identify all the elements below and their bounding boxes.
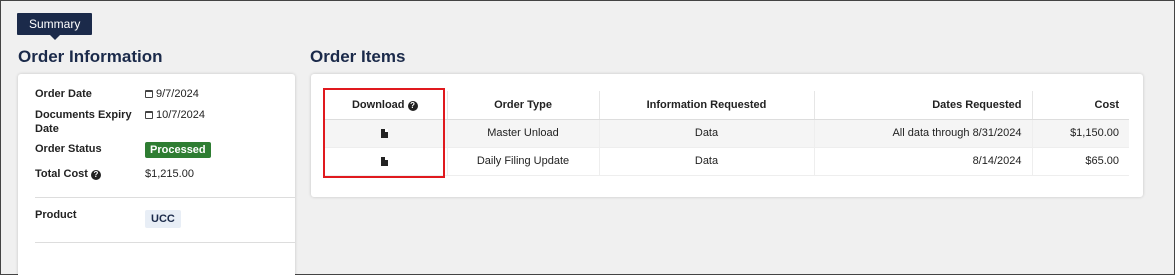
table-row: Daily Filing Update Data 8/14/2024 $65.0… xyxy=(323,147,1129,176)
order-date-value-wrap: 9/7/2024 xyxy=(145,87,285,101)
status-badge: Processed xyxy=(145,142,211,158)
page-frame: Summary Order Information Order Items Or… xyxy=(0,0,1175,275)
total-cost-value: $1,215.00 xyxy=(145,168,194,180)
header-cost: Cost xyxy=(1032,91,1129,120)
order-type-cell: Daily Filing Update xyxy=(447,147,600,176)
product-value-wrap: UCC xyxy=(145,210,285,228)
dates-requested-cell: All data through 8/31/2024 xyxy=(814,119,1033,148)
help-icon[interactable]: ? xyxy=(90,170,101,180)
calendar-icon xyxy=(145,90,153,98)
order-date-label: Order Date xyxy=(35,88,92,100)
order-information-card: Order Date 9/7/2024 Documents Expiry Dat… xyxy=(18,74,295,275)
product-label: Product xyxy=(35,209,77,221)
divider xyxy=(35,197,295,198)
documents-expiry-value: 10/7/2024 xyxy=(156,109,205,121)
total-cost-label: Total Cost xyxy=(35,168,88,180)
order-items-table: Download? Order Type Information Request… xyxy=(323,91,1129,176)
table-row: Master Unload Data All data through 8/31… xyxy=(323,119,1129,148)
download-cell xyxy=(323,147,448,176)
order-status-value-wrap: Processed xyxy=(145,142,285,158)
header-download: Download? xyxy=(323,91,448,120)
file-download-icon[interactable] xyxy=(381,128,389,138)
download-cell xyxy=(323,119,448,148)
cost-cell: $1,150.00 xyxy=(1032,119,1129,148)
dates-requested-cell: 8/14/2024 xyxy=(814,147,1033,176)
information-requested-cell: Data xyxy=(599,119,815,148)
order-date-value: 9/7/2024 xyxy=(156,88,199,100)
header-information-requested: Information Requested xyxy=(599,91,815,120)
documents-expiry-label: Documents Expiry Date xyxy=(35,109,132,135)
cost-cell: $65.00 xyxy=(1032,147,1129,176)
file-download-icon[interactable] xyxy=(381,156,389,166)
help-icon[interactable]: ? xyxy=(407,100,418,111)
information-requested-cell: Data xyxy=(599,147,815,176)
divider xyxy=(35,242,295,243)
total-cost-label-wrap: Total Cost? xyxy=(35,167,135,181)
order-type-cell: Master Unload xyxy=(447,119,600,148)
order-status-label: Order Status xyxy=(35,143,102,155)
header-dates-requested: Dates Requested xyxy=(814,91,1033,120)
calendar-icon xyxy=(145,111,153,119)
table-header-row: Download? Order Type Information Request… xyxy=(323,91,1129,120)
order-items-card: Download? Order Type Information Request… xyxy=(311,74,1143,197)
documents-expiry-value-wrap: 10/7/2024 xyxy=(145,108,285,122)
header-download-label: Download xyxy=(351,98,405,111)
header-order-type: Order Type xyxy=(447,91,600,120)
order-information-title: Order Information xyxy=(18,47,163,66)
product-badge: UCC xyxy=(145,210,181,228)
order-items-title: Order Items xyxy=(310,47,406,66)
tab-summary[interactable]: Summary xyxy=(17,13,93,40)
